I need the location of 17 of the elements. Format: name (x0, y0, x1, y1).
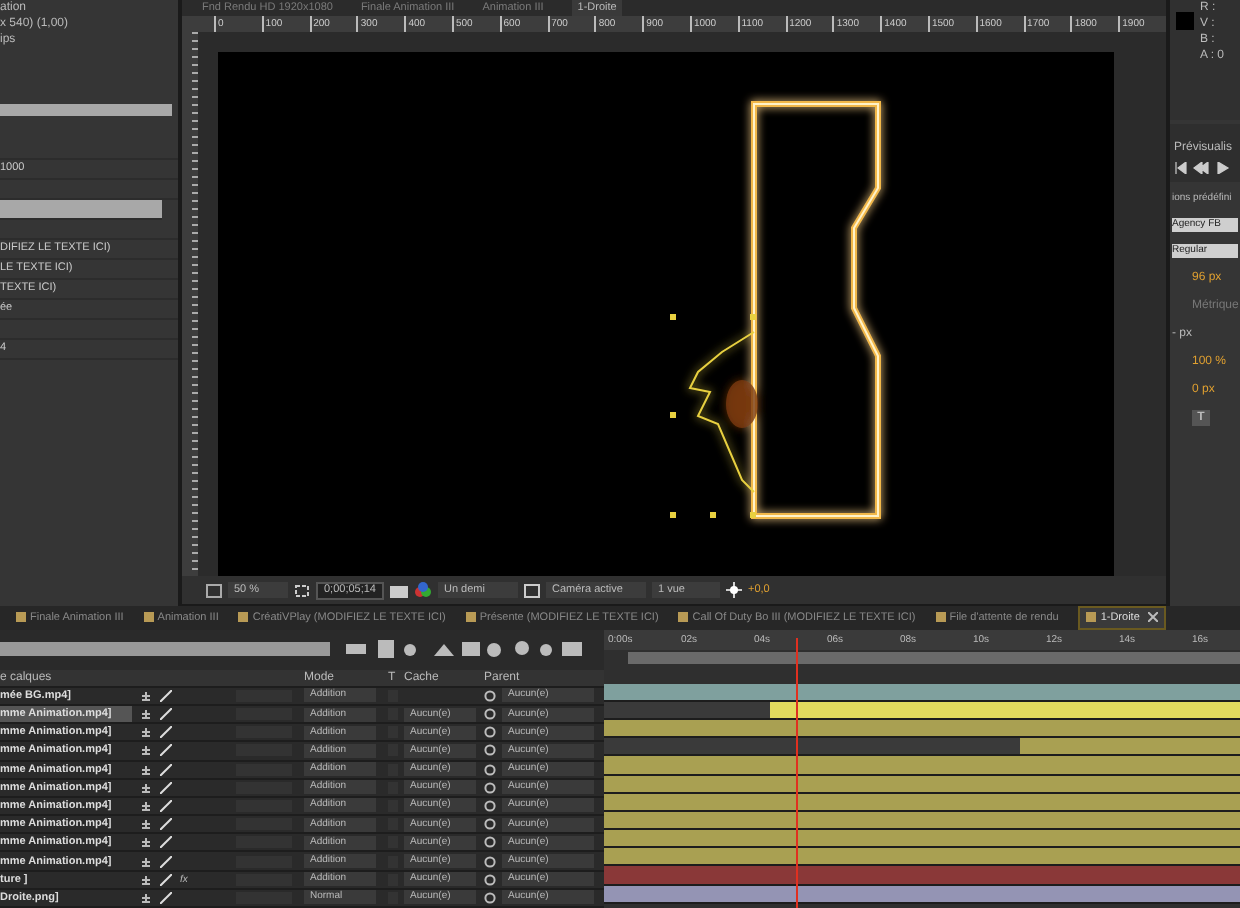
timeline-tools-icon[interactable] (346, 640, 586, 659)
search-field[interactable] (0, 104, 172, 116)
layer-bar[interactable] (1020, 738, 1240, 755)
layer-bar[interactable] (604, 830, 1240, 847)
project-item[interactable] (0, 200, 162, 220)
camera-icon[interactable] (390, 583, 408, 597)
layer-bar[interactable] (604, 683, 1240, 700)
region-icon[interactable] (524, 583, 540, 597)
sun-icon[interactable] (726, 582, 742, 598)
layer-bar[interactable] (604, 848, 1240, 865)
color-channels-icon[interactable] (414, 582, 432, 598)
grid-icon[interactable] (206, 583, 222, 597)
frame-icon[interactable] (294, 583, 310, 597)
work-area-bar[interactable] (628, 651, 1240, 664)
color-swatch (1176, 12, 1194, 30)
close-icon[interactable] (1147, 612, 1158, 623)
layer-search-field[interactable] (0, 642, 330, 657)
